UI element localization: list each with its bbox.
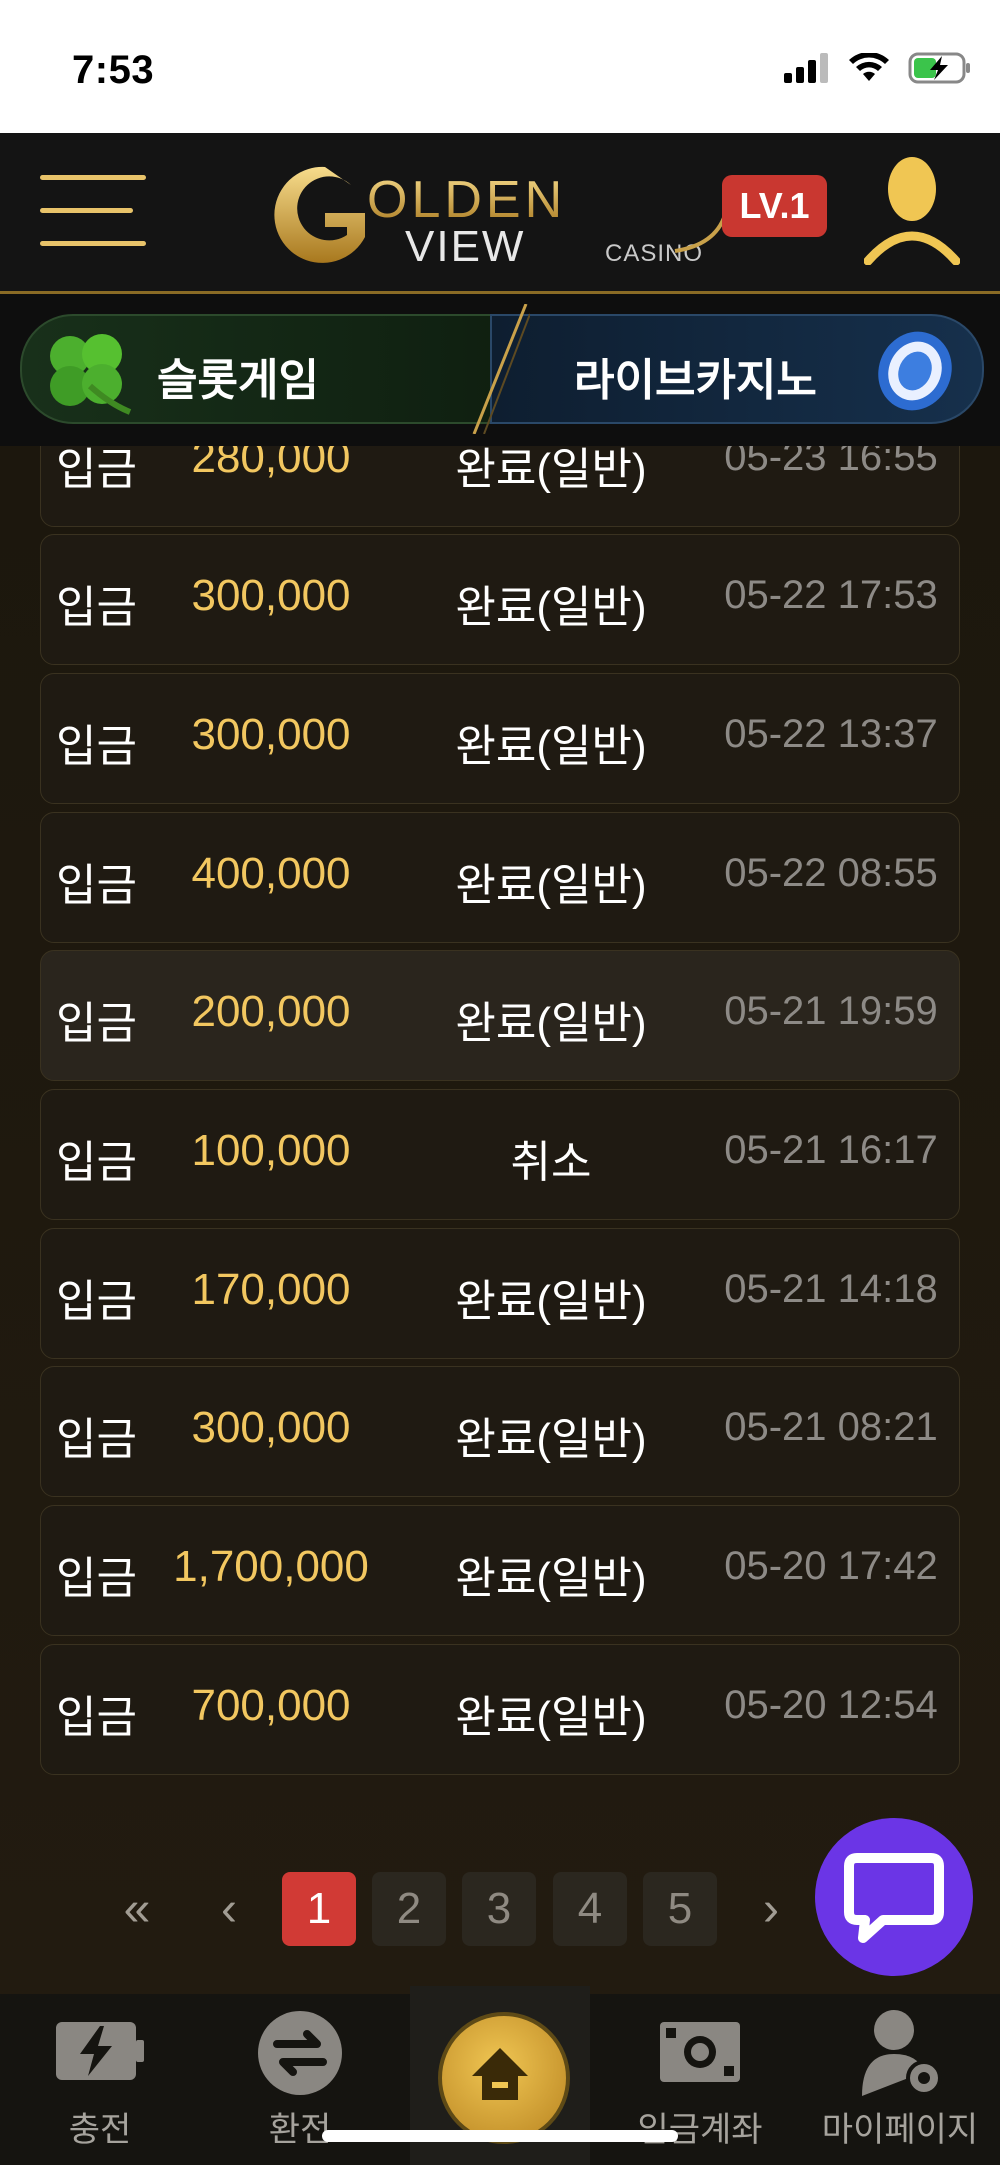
transaction-datetime: 05-21 08:21: [724, 1405, 938, 1449]
nav-charge-label: 충전: [68, 2111, 132, 2149]
transaction-status: 완료(일반): [455, 446, 647, 494]
transaction-list: 입금 280,000 완료(일반) 05-23 16:55 입금 300,000…: [40, 446, 960, 1816]
transaction-amount: 300,000: [191, 1403, 351, 1452]
first-page-button[interactable]: «: [100, 1872, 174, 1946]
transaction-amount: 300,000: [191, 571, 351, 620]
transaction-row: 입금 300,000 완료(일반) 05-22 13:37: [40, 673, 960, 804]
svg-text:VIEW: VIEW: [405, 222, 525, 271]
transaction-amount: 1,700,000: [173, 1542, 369, 1591]
transaction-row: 입금 700,000 완료(일반) 05-20 12:54: [40, 1644, 960, 1775]
transaction-datetime: 05-21 14:18: [724, 1267, 938, 1311]
prev-page-button[interactable]: ‹: [192, 1872, 266, 1946]
casino-chip-icon: [878, 331, 952, 411]
transaction-row: 입금 400,000 완료(일반) 05-22 08:55: [40, 812, 960, 943]
transaction-type: 입금: [56, 583, 137, 632]
transaction-datetime: 05-20 12:54: [724, 1683, 938, 1727]
transaction-status: 완료(일반): [455, 1277, 647, 1326]
transaction-row: 입금 300,000 완료(일반) 05-21 08:21: [40, 1366, 960, 1497]
transaction-type: 입금: [56, 1554, 137, 1603]
transaction-status: 완료(일반): [455, 999, 647, 1048]
transaction-row: 입금 300,000 완료(일반) 05-22 17:53: [40, 534, 960, 665]
page-button-5[interactable]: 5: [643, 1872, 717, 1946]
transaction-amount: 700,000: [191, 1681, 351, 1730]
transaction-amount: 170,000: [191, 1265, 351, 1314]
transaction-type: 입금: [56, 1693, 137, 1742]
chat-bubble-icon: [844, 1853, 944, 1943]
transaction-type: 입금: [56, 1415, 137, 1464]
nav-charge[interactable]: 충전: [10, 1994, 190, 2165]
transaction-amount: 100,000: [191, 1126, 351, 1175]
transaction-status: 완료(일반): [455, 1554, 647, 1603]
transaction-type: 입금: [56, 446, 137, 494]
transaction-datetime: 05-22 17:53: [724, 573, 938, 617]
wifi-icon: [849, 53, 889, 81]
golden-view-logo: OLDEN VIEW CASINO: [274, 166, 727, 271]
transaction-status: 취소: [510, 1138, 592, 1187]
next-page-button[interactable]: ›: [734, 1872, 808, 1946]
game-category-tabs: 슬롯게임 라이브카지노: [0, 294, 1000, 446]
transaction-datetime: 05-21 16:17: [724, 1128, 938, 1172]
status-bar: 7:53: [0, 0, 1000, 133]
nav-mypage[interactable]: 마이페이지: [810, 1994, 990, 2165]
status-icons: [784, 52, 972, 84]
page-button-3[interactable]: 3: [462, 1872, 536, 1946]
home-indicator: [322, 2130, 678, 2142]
transaction-datetime: 05-20 17:42: [724, 1544, 938, 1588]
transaction-row: 입금 1,700,000 완료(일반) 05-20 17:42: [40, 1505, 960, 1636]
app-header: OLDEN VIEW CASINO LV.1: [0, 133, 1000, 294]
transaction-status: 완료(일반): [455, 722, 647, 771]
tab-live-label: 라이브카지노: [574, 356, 817, 405]
transaction-type: 입금: [56, 1138, 137, 1187]
clover-icon: [50, 334, 132, 415]
battery-icon: [908, 52, 970, 84]
transaction-amount: 280,000: [191, 446, 351, 482]
nav-mypage-label: 마이페이지: [821, 2111, 979, 2149]
transaction-type: 입금: [56, 861, 137, 910]
transaction-datetime: 05-21 19:59: [724, 989, 938, 1033]
transaction-row: 입금 280,000 완료(일반) 05-23 16:55: [40, 446, 960, 527]
transaction-amount: 400,000: [191, 849, 351, 898]
nav-deposit-account-label: 입금계좌: [637, 2111, 763, 2149]
status-time: 7:53: [72, 48, 155, 92]
svg-text:CASINO: CASINO: [605, 240, 703, 267]
transaction-status: 완료(일반): [455, 1693, 647, 1742]
transaction-type: 입금: [56, 999, 137, 1048]
tab-slot-label: 슬롯게임: [157, 356, 319, 405]
tab-slot-games[interactable]: 슬롯게임: [20, 314, 514, 424]
transaction-datetime: 05-22 13:37: [724, 712, 938, 756]
transaction-row: 입금 100,000 취소 05-21 16:17: [40, 1089, 960, 1220]
transaction-type: 입금: [56, 1277, 137, 1326]
exchange-icon: [258, 2011, 342, 2095]
user-profile-icon[interactable]: [864, 155, 960, 265]
transaction-datetime: 05-22 08:55: [724, 851, 938, 895]
nav-home[interactable]: [438, 2012, 570, 2144]
page-button-1[interactable]: 1: [282, 1872, 356, 1946]
svg-text:OLDEN: OLDEN: [367, 171, 566, 229]
transaction-status: 완료(일반): [455, 1415, 647, 1464]
signal-icon: [784, 53, 828, 83]
transaction-amount: 300,000: [191, 710, 351, 759]
transaction-row: 입금 170,000 완료(일반) 05-21 14:18: [40, 1228, 960, 1359]
tab-live-casino[interactable]: 라이브카지노: [490, 314, 984, 424]
transaction-row: 입금 200,000 완료(일반) 05-21 19:59: [40, 950, 960, 1081]
tab-divider: [472, 304, 530, 434]
hamburger-menu-icon[interactable]: [40, 175, 146, 247]
charge-icon: [56, 2022, 144, 2080]
nav-exchange-label: 환전: [268, 2111, 332, 2149]
live-chat-button[interactable]: [815, 1818, 973, 1976]
transaction-type: 입금: [56, 722, 137, 771]
transaction-status: 완료(일반): [455, 861, 647, 910]
page-button-2[interactable]: 2: [372, 1872, 446, 1946]
mypage-icon: [862, 2010, 942, 2096]
page-button-4[interactable]: 4: [553, 1872, 627, 1946]
transaction-amount: 200,000: [191, 987, 351, 1036]
transaction-status: 완료(일반): [455, 583, 647, 632]
level-badge: LV.1: [722, 175, 827, 237]
account-icon: [660, 2022, 740, 2082]
home-icon: [472, 2048, 528, 2100]
transaction-datetime: 05-23 16:55: [724, 446, 938, 479]
